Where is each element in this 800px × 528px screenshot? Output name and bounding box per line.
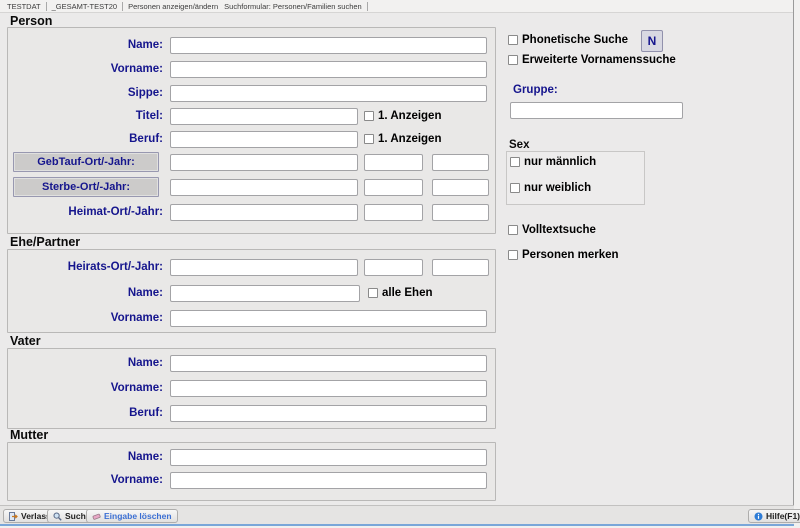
tab-database[interactable]: TESTDAT [4,2,44,11]
person-titel-label: Titel: [8,110,163,122]
mutter-vorname-label: Vorname: [8,474,163,486]
person-name-label: Name: [8,39,163,51]
section-title-vater: Vater [10,334,41,348]
geb-ort-input[interactable] [170,154,358,171]
person-name-input[interactable] [170,37,487,54]
section-title-person: Person [10,14,52,28]
heimat-jahr-bis-input[interactable] [432,204,489,221]
volltextsuche-checkbox[interactable]: Volltextsuche [508,224,596,236]
alle-ehen-checkbox[interactable]: alle Ehen [368,287,433,299]
mutter-name-label: Name: [8,451,163,463]
titel-anzeigen-label: 1. Anzeigen [378,110,441,122]
section-title-ehe: Ehe/Partner [10,235,80,249]
app-window: TESTDAT _GESAMT-TEST20 Personen anzeigen… [0,0,794,526]
nur-maennlich-checkbox[interactable]: nur männlich [510,156,596,168]
sterbe-jahr-bis-input[interactable] [432,179,489,196]
volltextsuche-label: Volltextsuche [522,224,596,236]
heimat-ort-jahr-label: Heimat-Ort/-Jahr: [8,206,163,218]
phonetik-n-button[interactable]: N [641,30,663,52]
checkbox-icon [510,157,520,167]
geb-jahr-von-input[interactable] [364,154,423,171]
vater-vorname-input[interactable] [170,380,487,397]
heirats-ort-jahr-label: Heirats-Ort/-Jahr: [8,261,163,273]
eraser-icon [92,512,101,521]
breadcrumb-bar: TESTDAT _GESAMT-TEST20 Personen anzeigen… [0,0,793,13]
checkbox-icon [364,134,374,144]
erweiterte-vornamenssuche-checkbox[interactable]: Erweiterte Vornamenssuche [508,54,676,66]
checkbox-icon [510,183,520,193]
tab-dataset[interactable]: _GESAMT-TEST20 [49,2,120,11]
tab-personen-anzeigen[interactable]: Personen anzeigen/ändern [125,2,221,11]
vater-beruf-input[interactable] [170,405,487,422]
erweiterte-vornamenssuche-label: Erweiterte Vornamenssuche [522,54,676,66]
sterbe-ort-input[interactable] [170,179,358,196]
vater-groupbox: Name: Vorname: Beruf: [7,348,496,429]
gruppe-input[interactable] [510,102,683,119]
person-beruf-input[interactable] [170,131,358,148]
checkbox-icon [368,288,378,298]
sex-group-title: Sex [509,139,529,151]
hilfe-button[interactable]: Hilfe(F1) [748,509,800,523]
person-sippe-label: Sippe: [8,87,163,99]
tab-separator [46,2,47,11]
alle-ehen-label: alle Ehen [382,287,433,299]
person-sippe-input[interactable] [170,85,487,102]
ehe-groupbox: Heirats-Ort/-Jahr: Name: alle Ehen Vorna… [7,249,496,333]
person-titel-input[interactable] [170,108,358,125]
nur-weiblich-label: nur weiblich [524,182,591,194]
sterbe-jahr-von-input[interactable] [364,179,423,196]
checkbox-icon [508,225,518,235]
vater-vorname-label: Vorname: [8,382,163,394]
sterbe-ort-jahr-button[interactable]: Sterbe-Ort/-Jahr: [13,177,159,197]
vater-name-label: Name: [8,357,163,369]
eingabe-loeschen-button[interactable]: Eingabe löschen [86,509,178,523]
exit-icon [9,512,18,521]
checkbox-icon [508,250,518,260]
personen-merken-checkbox[interactable]: Personen merken [508,249,619,261]
beruf-anzeigen-checkbox[interactable]: 1. Anzeigen [364,133,441,145]
ehe-vorname-input[interactable] [170,310,487,327]
vater-beruf-label: Beruf: [8,407,163,419]
heirat-jahr-von-input[interactable] [364,259,423,276]
titel-anzeigen-checkbox[interactable]: 1. Anzeigen [364,110,441,122]
person-vorname-label: Vorname: [8,63,163,75]
person-beruf-label: Beruf: [8,133,163,145]
mutter-groupbox: Name: Vorname: [7,442,496,501]
person-groupbox: Name: Vorname: Sippe: Titel: 1. Anzeigen… [7,27,496,234]
status-bar: Verlassen Suchen Eingabe löschen Hilfe(F… [0,505,794,524]
phonetische-suche-label: Phonetische Suche [522,34,628,46]
nur-maennlich-label: nur männlich [524,156,596,168]
heirat-jahr-bis-input[interactable] [432,259,489,276]
ehe-vorname-label: Vorname: [8,312,163,324]
heimat-jahr-von-input[interactable] [364,204,423,221]
personen-merken-label: Personen merken [522,249,619,261]
heimat-ort-input[interactable] [170,204,358,221]
heirat-ort-input[interactable] [170,259,358,276]
tab-separator [122,2,123,11]
nur-weiblich-checkbox[interactable]: nur weiblich [510,182,591,194]
section-title-mutter: Mutter [10,428,48,442]
tab-suchformular[interactable]: Suchformular: Personen/Familien suchen [221,2,365,11]
phonetische-suche-checkbox[interactable]: Phonetische Suche [508,34,628,46]
info-icon [754,512,763,521]
checkbox-icon [508,55,518,65]
geb-jahr-bis-input[interactable] [432,154,489,171]
sex-groupbox: nur männlich nur weiblich [506,151,645,205]
gruppe-label: Gruppe: [513,84,558,96]
ehe-name-input[interactable] [170,285,360,302]
window-accent-line [0,524,794,526]
tab-separator [367,2,368,11]
search-icon [53,512,62,521]
ehe-name-label: Name: [8,287,163,299]
beruf-anzeigen-label: 1. Anzeigen [378,133,441,145]
checkbox-icon [364,111,374,121]
checkbox-icon [508,35,518,45]
vater-name-input[interactable] [170,355,487,372]
mutter-name-input[interactable] [170,449,487,466]
hilfe-label: Hilfe(F1) [766,511,800,521]
gebtauf-ort-jahr-button[interactable]: GebTauf-Ort/-Jahr: [13,152,159,172]
person-vorname-input[interactable] [170,61,487,78]
mutter-vorname-input[interactable] [170,472,487,489]
eingabe-loeschen-label: Eingabe löschen [104,511,172,521]
